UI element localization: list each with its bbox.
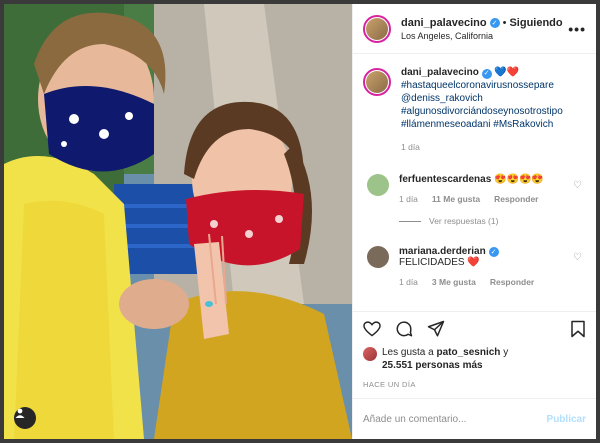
location-link[interactable]: Los Angeles, California: [401, 31, 568, 41]
author-username[interactable]: dani_palavecino: [401, 17, 487, 29]
caption-mention[interactable]: @deniss_rakovich: [401, 92, 563, 105]
comment-likes[interactable]: 11 Me gusta: [432, 194, 480, 204]
post-photo[interactable]: [4, 4, 352, 439]
comment-like-icon[interactable]: ♡: [573, 180, 582, 191]
comment-icon[interactable]: [395, 320, 413, 338]
view-replies-label: Ver respuestas (1): [429, 216, 499, 226]
comment-text: 😍😍😍😍: [494, 174, 544, 185]
photo-illustration: [4, 4, 352, 439]
comment-text: FELICIDADES ❤️: [399, 257, 480, 268]
more-options-icon[interactable]: •••: [568, 21, 586, 37]
liker-avatar: [363, 347, 377, 361]
reply-button[interactable]: Responder: [490, 277, 534, 287]
post-time[interactable]: HACE UN DÍA: [363, 380, 586, 389]
caption-hashtag[interactable]: #algunosdivorciándoseynosotrostipo: [401, 105, 563, 118]
paper-plane-icon[interactable]: [427, 320, 445, 338]
view-replies[interactable]: Ver respuestas (1): [399, 216, 586, 226]
comments-list[interactable]: dani_palavecino ✓ 💙❤️ #hastaqueelcoronav…: [353, 54, 596, 311]
likes-conj: y: [503, 347, 509, 358]
post-actions: Les gusta a pato_sesnich y 25.551 person…: [353, 311, 596, 389]
caption-username[interactable]: dani_palavecino: [401, 67, 479, 78]
verified-icon: ✓: [489, 17, 500, 28]
author-avatar[interactable]: [363, 14, 391, 43]
post-modal: dani_palavecino ✓ • Siguiendo Los Angele…: [4, 4, 596, 439]
comment-input[interactable]: Añade un comentario...: [363, 414, 547, 425]
replies-line: [399, 220, 421, 222]
likes-summary: Les gusta a pato_sesnich y 25.551 person…: [363, 346, 586, 372]
comment-time: 1 día: [399, 277, 418, 287]
comment-avatar[interactable]: [367, 174, 389, 196]
comment-username[interactable]: mariana.derderian: [399, 246, 486, 257]
likes-prefix: Les gusta a: [382, 347, 434, 358]
following-button[interactable]: Siguiendo: [509, 17, 562, 29]
comment-item: ferfuentescardenas 😍😍😍😍 1 día 11 Me gust…: [363, 174, 586, 204]
verified-icon: ✓: [488, 247, 499, 257]
comment-item: mariana.derderian ✓ FELICIDADES ❤️ 1 día…: [363, 246, 586, 287]
caption-emoji: 💙❤️: [494, 67, 520, 78]
verified-icon: ✓: [481, 68, 492, 79]
caption-hashtag[interactable]: #llámenmeseoadani #MsRakovich: [401, 118, 563, 131]
user-tag-button[interactable]: [14, 407, 36, 429]
caption-time: 1 día: [401, 142, 420, 152]
caption-hashtag[interactable]: #hastaqueelcoronavirusnossepare: [401, 79, 563, 92]
post-side-panel: dani_palavecino ✓ • Siguiendo Los Angele…: [352, 4, 596, 439]
comment-username[interactable]: ferfuentescardenas: [399, 174, 491, 185]
comment-like-icon[interactable]: ♡: [573, 252, 582, 263]
caption: dani_palavecino ✓ 💙❤️ #hastaqueelcoronav…: [363, 66, 586, 154]
publish-button[interactable]: Publicar: [547, 414, 586, 425]
caption-avatar[interactable]: [363, 68, 391, 96]
post-header: dani_palavecino ✓ • Siguiendo Los Angele…: [353, 4, 596, 54]
comment-time: 1 día: [399, 194, 418, 204]
comment-avatar[interactable]: [367, 246, 389, 268]
comment-likes[interactable]: 3 Me gusta: [432, 277, 476, 287]
user-tag-icon: [15, 408, 25, 418]
separator-dot: •: [502, 16, 507, 29]
bookmark-icon[interactable]: [570, 320, 586, 338]
liker-username[interactable]: pato_sesnich: [437, 347, 501, 358]
heart-icon[interactable]: [363, 321, 381, 337]
reply-button[interactable]: Responder: [494, 194, 538, 204]
likes-count[interactable]: 25.551 personas más: [382, 360, 483, 371]
add-comment-bar: Añade un comentario... Publicar: [353, 398, 596, 439]
